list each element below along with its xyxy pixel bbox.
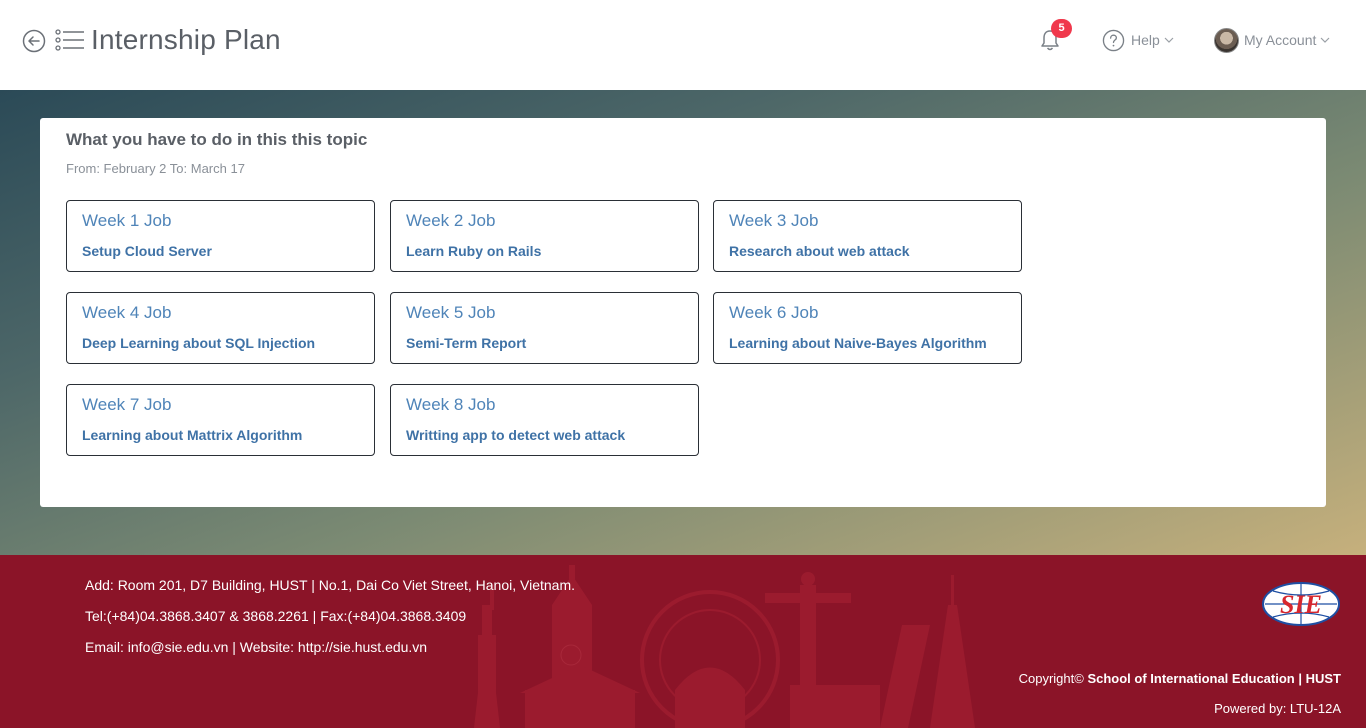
job-week-label: Week 2 Job — [406, 211, 496, 230]
account-label: My Account — [1244, 32, 1317, 48]
copyright-prefix: Copyright© — [1018, 671, 1084, 686]
topic-date-range: From: February 2 To: March 17 — [66, 161, 245, 176]
job-week-label: Week 7 Job — [82, 395, 172, 414]
chevron-down-icon — [1164, 37, 1174, 43]
job-week-label: Week 5 Job — [406, 303, 496, 322]
site-footer: Add: Room 201, D7 Building, HUST | No.1,… — [0, 555, 1366, 728]
footer-phone: Tel:(+84)04.3868.3407 & 3868.2261 | Fax:… — [85, 608, 467, 624]
footer-copyright: Copyright© School of International Educa… — [1019, 671, 1341, 686]
top-header: Internship Plan 5 Help My Account — [0, 0, 1366, 90]
job-week-label: Week 4 Job — [82, 303, 172, 322]
account-menu[interactable]: My Account — [1214, 27, 1330, 53]
main-content: What you have to do in this this topic F… — [0, 90, 1366, 555]
job-task-link[interactable]: Writting app to detect web attack — [406, 427, 625, 443]
job-task-link[interactable]: Setup Cloud Server — [82, 243, 212, 259]
job-card-week-2[interactable]: Week 2 Job Learn Ruby on Rails — [390, 200, 699, 272]
job-task-link[interactable]: Semi-Term Report — [406, 335, 526, 351]
job-task-link[interactable]: Learning about Naive-Bayes Algorithm — [729, 335, 987, 351]
help-label: Help — [1131, 32, 1160, 48]
job-card-week-3[interactable]: Week 3 Job Research about web attack — [713, 200, 1022, 272]
job-task-link[interactable]: Learn Ruby on Rails — [406, 243, 541, 259]
footer-powered-by: Powered by: LTU-12A — [1214, 701, 1341, 716]
page-title: Internship Plan — [91, 24, 281, 55]
list-menu-icon[interactable] — [55, 28, 85, 52]
notification-count-badge: 5 — [1051, 19, 1072, 38]
back-arrow-icon[interactable] — [22, 29, 46, 53]
help-menu[interactable]: Help — [1102, 28, 1174, 52]
topic-heading: What you have to do in this this topic — [66, 130, 368, 149]
job-week-label: Week 3 Job — [729, 211, 819, 230]
job-week-label: Week 8 Job — [406, 395, 496, 414]
avatar — [1214, 27, 1239, 53]
job-card-week-6[interactable]: Week 6 Job Learning about Naive-Bayes Al… — [713, 292, 1022, 364]
footer-email: Email: info@sie.edu.vn | Website: http:/… — [85, 639, 428, 655]
job-task-link[interactable]: Research about web attack — [729, 243, 910, 259]
footer-address: Add: Room 201, D7 Building, HUST | No.1,… — [85, 577, 575, 593]
job-card-week-8[interactable]: Week 8 Job Writting app to detect web at… — [390, 384, 699, 456]
job-card-week-5[interactable]: Week 5 Job Semi-Term Report — [390, 292, 699, 364]
job-task-link[interactable]: Learning about Mattrix Algorithm — [82, 427, 302, 443]
job-card-week-1[interactable]: Week 1 Job Setup Cloud Server — [66, 200, 375, 272]
svg-text:SIE: SIE — [1280, 590, 1322, 619]
chevron-down-icon — [1320, 37, 1330, 43]
job-card-week-7[interactable]: Week 7 Job Learning about Mattrix Algori… — [66, 384, 375, 456]
job-week-label: Week 6 Job — [729, 303, 819, 322]
job-card-week-4[interactable]: Week 4 Job Deep Learning about SQL Injec… — [66, 292, 375, 364]
job-task-link[interactable]: Deep Learning about SQL Injection — [82, 335, 315, 351]
sie-logo: SIE — [1262, 582, 1340, 626]
help-icon — [1102, 29, 1125, 51]
copyright-org: School of International Education | HUST — [1087, 671, 1341, 686]
job-week-label: Week 1 Job — [82, 211, 172, 230]
topic-panel: What you have to do in this this topic F… — [40, 118, 1326, 507]
